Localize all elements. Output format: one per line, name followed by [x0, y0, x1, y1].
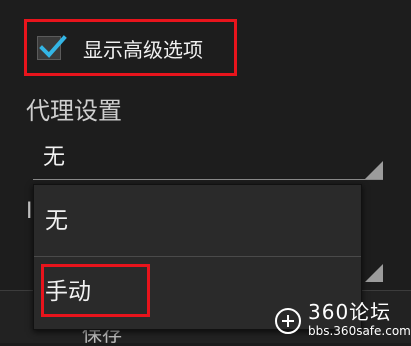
watermark-title: 360论坛	[308, 300, 392, 324]
proxy-settings-title: 代理设置	[26, 97, 122, 125]
watermark: 360论坛 bbs.360safe.com	[275, 298, 411, 342]
advanced-options-highlight	[24, 19, 237, 76]
manual-option-highlight	[41, 264, 150, 317]
spinner-underline	[33, 179, 383, 180]
360-logo-icon	[275, 308, 301, 334]
spinner-selected-value: 无	[43, 145, 66, 170]
hidden-spinner-dropdown-icon[interactable]	[365, 264, 383, 282]
watermark-url: bbs.360safe.com	[308, 324, 411, 338]
hidden-field-label: I	[26, 199, 33, 224]
dropdown-option-none[interactable]: 无	[34, 185, 361, 256]
dropdown-option-label: 无	[45, 208, 68, 234]
proxy-settings-spinner[interactable]: 无	[33, 138, 383, 180]
spinner-dropdown-icon	[365, 161, 383, 179]
